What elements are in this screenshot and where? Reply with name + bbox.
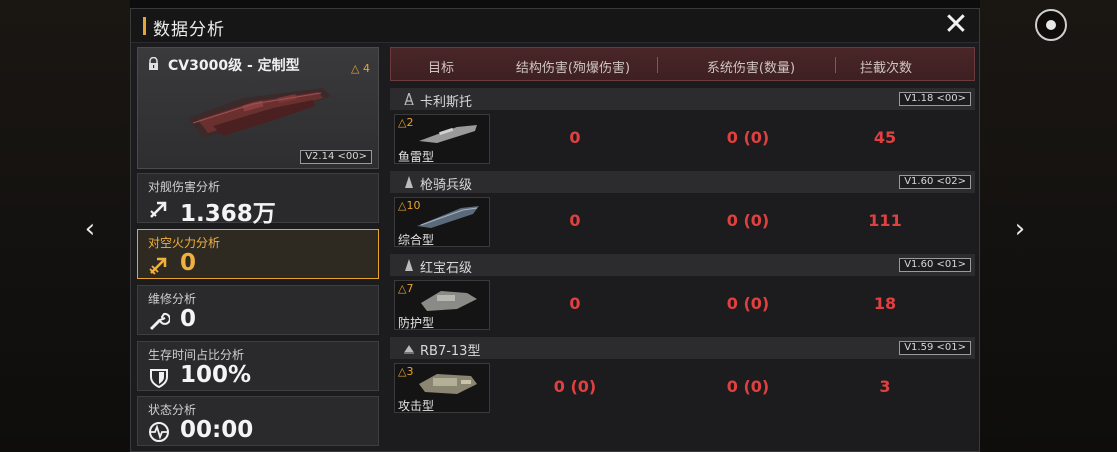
stat-label: 状态分析 <box>148 403 197 417</box>
unit-thumbnail: △10 综合型 <box>394 197 490 247</box>
ship-rank: △ 4 <box>351 62 370 75</box>
unit-row[interactable]: △7 防护型 0 0 (0) 18 <box>390 279 975 331</box>
stat-value: 0 <box>180 306 197 332</box>
group-row-callisto: 卡利斯托 V1.18 <00> <box>390 88 975 110</box>
shield-icon <box>150 369 168 388</box>
ship-image <box>188 88 331 138</box>
background-left <box>0 0 130 452</box>
intercepts-value: 45 <box>873 128 897 147</box>
unit-image <box>419 125 477 143</box>
stat-status[interactable]: 状态分析 00:00 <box>137 396 379 446</box>
unit-row[interactable]: △3 攻击型 0 (0) 0 (0) 3 <box>390 362 975 414</box>
header-target: 目标 <box>427 61 454 76</box>
unit-type: 攻击型 <box>398 399 435 413</box>
group-row-rb7-13: RB7-13型 V1.59 <01> <box>390 337 975 359</box>
system-damage-value: 0 (0) <box>726 211 770 230</box>
structure-damage-value: 0 <box>569 211 581 230</box>
unit-level: △7 <box>398 282 414 295</box>
stat-label: 对空火力分析 <box>148 236 221 250</box>
panel-header: 数据分析 ✕ <box>131 9 979 43</box>
unit-class-icon <box>405 259 413 271</box>
structure-damage-value: 0 <box>569 128 581 147</box>
unit-image <box>421 291 477 311</box>
group-row-lancer: 枪骑兵级 V1.60 <02> <box>390 171 975 193</box>
system-damage-value: 0 (0) <box>726 377 770 396</box>
ship-card[interactable]: CV3000级 - 定制型 △ 4 V2.14 <00> <box>137 47 379 169</box>
prev-arrow-button[interactable]: ‹ <box>80 216 100 242</box>
stat-anti-air[interactable]: 对空火力分析 0 <box>137 229 379 279</box>
wrench-icon <box>149 312 170 331</box>
stat-label: 维修分析 <box>148 292 197 306</box>
title-accent-bar <box>143 17 146 35</box>
unit-level: △3 <box>398 365 414 378</box>
anti-air-icon <box>149 257 167 275</box>
stat-repair[interactable]: 维修分析 0 <box>137 285 379 335</box>
header-structure-damage: 结构伤害(殉爆伤害) <box>515 61 631 76</box>
stat-label: 生存时间占比分析 <box>148 348 245 362</box>
unit-class-icon <box>404 93 414 105</box>
stat-value: 00:00 <box>180 417 254 443</box>
next-arrow-button[interactable]: › <box>1010 216 1030 242</box>
group-version-tag: V1.59 <01> <box>899 341 971 355</box>
intercepts-value: 111 <box>868 211 902 230</box>
stat-label: 对舰伤害分析 <box>148 180 221 194</box>
structure-damage-value: 0 (0) <box>553 377 597 396</box>
unit-class-icon <box>404 345 414 354</box>
intercepts-value: 3 <box>879 377 891 396</box>
unit-image <box>417 206 479 228</box>
system-damage-value: 0 (0) <box>726 294 770 313</box>
unit-type: 综合型 <box>398 233 435 247</box>
group-name: 枪骑兵级 <box>420 178 473 193</box>
unit-row[interactable]: △10 综合型 0 0 (0) 111 <box>390 196 975 248</box>
unit-level: △2 <box>398 116 414 129</box>
unit-class-icon <box>405 176 413 188</box>
group-name: 红宝石级 <box>420 261 473 276</box>
unit-image <box>419 374 477 394</box>
header-separator <box>657 57 658 73</box>
ship-name: CV3000级 - 定制型 <box>168 58 300 74</box>
unit-thumbnail: △2 鱼雷型 <box>394 114 490 164</box>
system-damage-value: 0 (0) <box>726 128 770 147</box>
structure-damage-value: 0 <box>569 294 581 313</box>
header-separator <box>835 57 836 73</box>
group-row-ruby: 红宝石级 V1.60 <01> <box>390 254 975 276</box>
lock-icon <box>149 57 158 70</box>
unit-row[interactable]: △2 鱼雷型 0 0 (0) 45 <box>390 113 975 165</box>
stat-value: 100% <box>180 362 252 388</box>
header-intercepts: 拦截次数 <box>859 61 912 76</box>
stat-survival-time[interactable]: 生存时间占比分析 100% <box>137 341 379 391</box>
unit-type: 防护型 <box>398 316 435 330</box>
heartbeat-icon <box>149 422 169 442</box>
data-analysis-panel: 数据分析 ✕ CV3000级 - 定制型 △ 4 V2.14 <00> 对舰伤害… <box>130 8 980 452</box>
table-header: 目标 结构伤害(殉爆伤害) 系统伤害(数量) 拦截次数 <box>390 47 975 81</box>
unit-thumbnail: △3 攻击型 <box>394 363 490 413</box>
unit-type: 鱼雷型 <box>398 150 435 164</box>
close-button[interactable]: ✕ <box>941 10 971 41</box>
damage-arrow-icon <box>150 201 167 218</box>
header-system-damage: 系统伤害(数量) <box>706 61 796 76</box>
stat-value: 1.368万 <box>180 201 276 227</box>
group-version-tag: V1.60 <02> <box>899 175 971 189</box>
group-name: RB7-13型 <box>420 344 481 359</box>
background-right <box>980 0 1117 452</box>
group-version-tag: V1.60 <01> <box>899 258 971 272</box>
intercepts-value: 18 <box>873 294 897 313</box>
panel-title: 数据分析 <box>153 20 225 40</box>
ship-version-tag: V2.14 <00> <box>300 150 372 164</box>
unit-thumbnail: △7 防护型 <box>394 280 490 330</box>
record-button[interactable] <box>1035 9 1067 41</box>
stat-ship-damage[interactable]: 对舰伤害分析 1.368万 <box>137 173 379 227</box>
group-name: 卡利斯托 <box>420 95 473 110</box>
stat-value: 0 <box>180 250 197 276</box>
group-version-tag: V1.18 <00> <box>899 92 971 106</box>
